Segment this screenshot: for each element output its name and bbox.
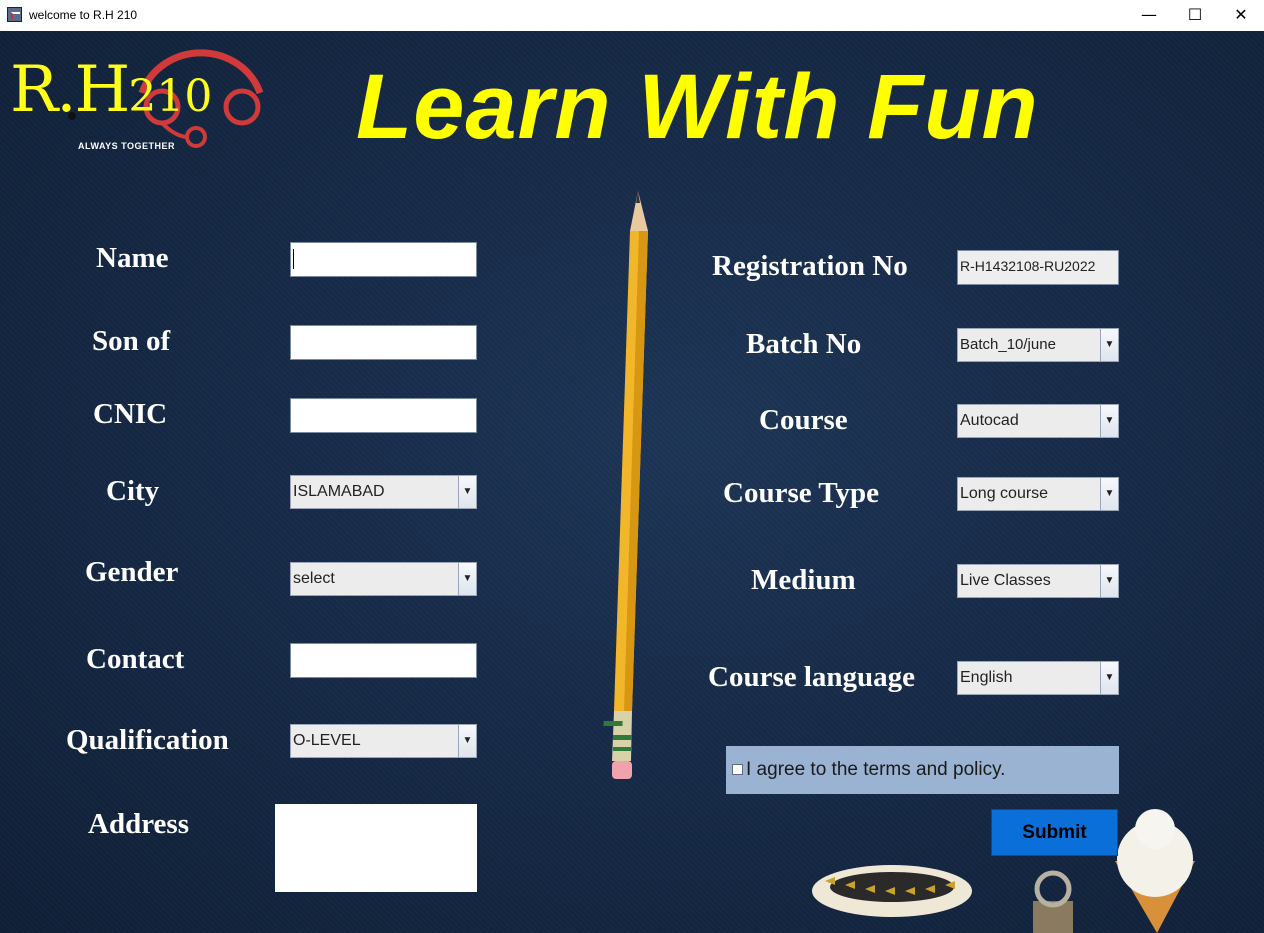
qualification-value: O-LEVEL [293, 732, 361, 749]
cnic-label: CNIC [93, 398, 168, 430]
chevron-down-icon[interactable]: ▼ [458, 476, 476, 508]
cnic-input[interactable] [290, 398, 477, 433]
batch-value: Batch_10/june [960, 336, 1056, 353]
medium-label: Medium [751, 564, 856, 596]
terms-checkbox[interactable] [732, 764, 743, 775]
name-input[interactable] [290, 242, 477, 277]
registration-field: R-H1432108-RU2022 [957, 250, 1119, 285]
coursetype-select[interactable]: Long course ▼ [957, 477, 1119, 511]
headline: Learn With Fun [356, 56, 1039, 158]
minimize-button[interactable]: — [1126, 0, 1172, 30]
gender-label: Gender [85, 556, 179, 588]
contact-input[interactable] [290, 643, 477, 678]
language-label: Course language [708, 661, 916, 693]
chevron-down-icon[interactable]: ▼ [1100, 662, 1118, 694]
batch-select[interactable]: Batch_10/june ▼ [957, 328, 1119, 362]
qualification-select[interactable]: O-LEVEL ▼ [290, 724, 477, 758]
address-label: Address [88, 808, 189, 840]
chevron-down-icon[interactable]: ▼ [458, 563, 476, 595]
chevron-down-icon[interactable]: ▼ [1100, 329, 1118, 361]
city-label: City [106, 475, 160, 507]
city-value: ISLAMABAD [293, 483, 385, 500]
course-value: Autocad [960, 412, 1019, 429]
submit-button[interactable]: Submit [991, 809, 1118, 856]
pencil-image [603, 191, 648, 779]
maximize-button[interactable]: ☐ [1172, 0, 1218, 30]
chevron-down-icon[interactable]: ▼ [1100, 405, 1118, 437]
language-value: English [960, 669, 1013, 686]
gender-value: select [293, 570, 335, 587]
title-bar: welcome to R.H 210 — ☐ ✕ [0, 0, 1264, 32]
gender-select[interactable]: select ▼ [290, 562, 477, 596]
registration-label: Registration No [712, 250, 908, 282]
app-icon [7, 7, 22, 22]
name-label: Name [96, 242, 169, 274]
medium-select[interactable]: Live Classes ▼ [957, 564, 1119, 598]
chevron-down-icon[interactable]: ▼ [1100, 478, 1118, 510]
chevron-down-icon[interactable]: ▼ [458, 725, 476, 757]
coursetype-value: Long course [960, 485, 1049, 502]
course-select[interactable]: Autocad ▼ [957, 404, 1119, 438]
sonof-label: Son of [92, 325, 171, 357]
logo-text: R.H210 [10, 53, 213, 127]
close-button[interactable]: ✕ [1218, 0, 1264, 30]
logo: R.H210 ALWAYS TOGETHER [6, 31, 268, 161]
batch-label: Batch No [746, 328, 862, 360]
city-select[interactable]: ISLAMABAD ▼ [290, 475, 477, 509]
address-textarea[interactable] [275, 804, 477, 892]
terms-panel: I agree to the terms and policy. [726, 746, 1119, 794]
main-panel: R.H210 ALWAYS TOGETHER Learn With Fun Na… [0, 31, 1264, 933]
qualification-label: Qualification [66, 724, 229, 756]
chevron-down-icon[interactable]: ▼ [1100, 565, 1118, 597]
terms-label[interactable]: I agree to the terms and policy. [746, 759, 1005, 781]
logo-tagline: ALWAYS TOGETHER [78, 141, 176, 151]
contact-label: Contact [86, 643, 185, 675]
language-select[interactable]: English ▼ [957, 661, 1119, 695]
course-label: Course [759, 404, 848, 436]
medium-value: Live Classes [960, 572, 1051, 589]
coursetype-label: Course Type [723, 477, 880, 509]
window-title: welcome to R.H 210 [29, 8, 138, 22]
sonof-input[interactable] [290, 325, 477, 360]
